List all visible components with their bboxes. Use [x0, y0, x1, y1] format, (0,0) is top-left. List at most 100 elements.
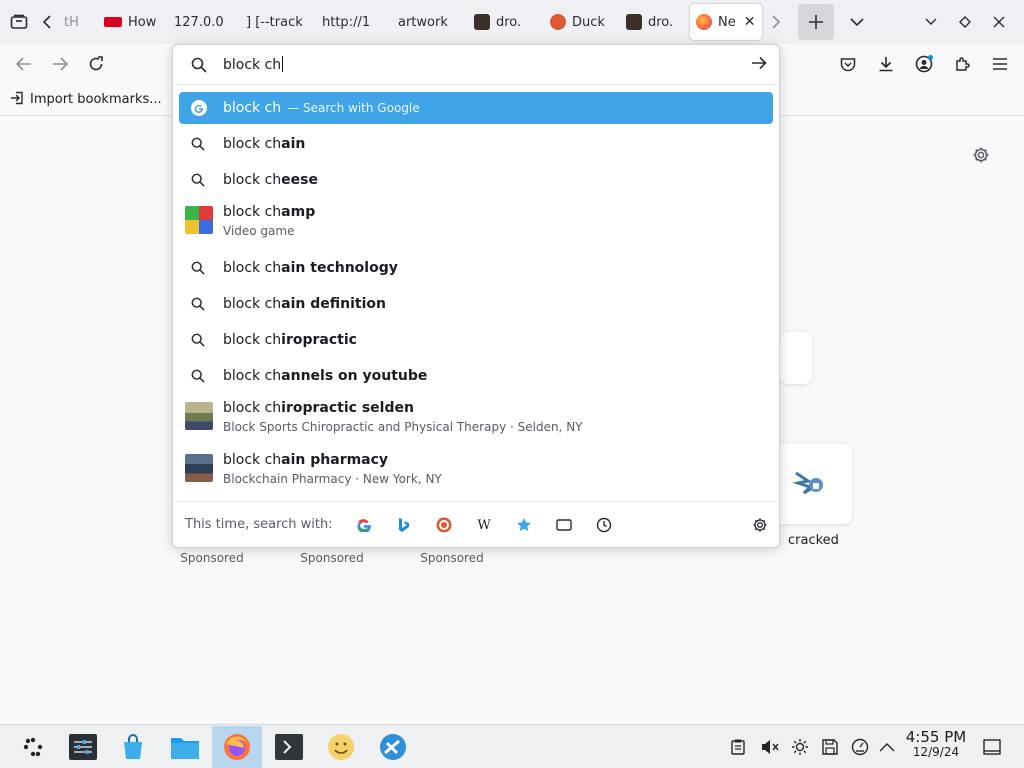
suggestion-completion: ain definition [281, 296, 386, 312]
brightness-icon[interactable] [790, 737, 810, 757]
tab[interactable]: dro. [468, 4, 544, 40]
system-settings-icon[interactable] [58, 726, 108, 768]
tab[interactable]: 127.0.0 [162, 4, 240, 40]
suggestion-hint: — Search with Google [287, 101, 420, 115]
tab-favicon [626, 14, 642, 30]
clipboard-icon[interactable] [728, 737, 748, 757]
app-icon[interactable] [368, 726, 418, 768]
emoji-app-icon[interactable] [316, 726, 366, 768]
tab[interactable]: dro. [620, 4, 690, 40]
duckduckgo-icon [550, 14, 566, 30]
tab[interactable]: http://1 [316, 4, 392, 40]
window-close-icon[interactable] [982, 5, 1016, 39]
window-maximize-icon[interactable] [948, 5, 982, 39]
volume-muted-icon[interactable] [760, 737, 780, 757]
suggestion-completion: iropractic [281, 332, 357, 348]
tab-title: How [128, 14, 157, 30]
scroll-tabs-left-icon[interactable] [36, 5, 58, 39]
forward-icon[interactable] [42, 48, 78, 80]
scroll-tabs-right-icon[interactable] [762, 5, 790, 39]
suggestion-row[interactable]: block channels on youtube [179, 360, 773, 392]
search-icon [191, 57, 207, 77]
suggestion-row[interactable]: block champ Video game [179, 200, 773, 244]
tab-favicon [474, 14, 490, 30]
search-icon [191, 333, 205, 351]
tab[interactable]: Duck [544, 4, 620, 40]
suggestion-row[interactable]: block chain definition [179, 288, 773, 320]
google-icon[interactable] [355, 516, 373, 534]
reload-icon[interactable] [78, 48, 114, 80]
bookmarks-star-icon[interactable] [515, 516, 533, 534]
menu-icon[interactable] [982, 48, 1018, 80]
clinic-thumbnail [185, 402, 213, 430]
suggestion-completion: iropractic selden [281, 400, 414, 416]
wikipedia-icon[interactable]: W [475, 516, 493, 534]
suggestion-row[interactable]: block chain technology [179, 252, 773, 284]
tabs-icon[interactable] [555, 516, 573, 534]
shortcut-tile-cracked[interactable] [772, 444, 852, 524]
url-input[interactable]: block ch [173, 45, 779, 85]
suggestion-text: block ch [223, 100, 282, 116]
tray-expand-icon[interactable] [877, 737, 897, 757]
discover-store-icon[interactable] [108, 726, 158, 768]
firefox-taskbar-icon[interactable] [212, 726, 262, 768]
duckduckgo-icon[interactable] [435, 516, 453, 534]
account-icon[interactable] [906, 48, 942, 80]
suggestion-text: block ch [223, 260, 282, 276]
suggestion-row[interactable]: block chiropractic [179, 324, 773, 356]
search-icon [191, 261, 205, 279]
suggestion-row[interactable]: block chain pharmacy Blockchain Pharmacy… [179, 448, 773, 492]
tab[interactable]: tH [58, 4, 98, 40]
suggestion-completion: ain technology [281, 260, 398, 276]
suggestion-row[interactable]: block chiropractic selden Block Sports C… [179, 396, 773, 440]
go-arrow-icon[interactable] [751, 56, 767, 74]
suggestion-row[interactable]: block chain [179, 128, 773, 160]
suggestion-completion: annels on youtube [281, 368, 428, 384]
terminal-icon[interactable] [264, 726, 314, 768]
pocket-icon[interactable] [830, 48, 866, 80]
suggestion-description: Blockchain Pharmacy · New York, NY [223, 472, 442, 486]
tab[interactable]: artwork [392, 4, 468, 40]
tab-favicon [104, 17, 122, 27]
suggestion-completion: ain pharmacy [281, 452, 389, 468]
search-icon [191, 297, 205, 315]
tab[interactable]: ] [--track [240, 4, 316, 40]
save-icon[interactable] [820, 737, 840, 757]
bing-icon[interactable] [395, 516, 413, 534]
show-desktop-icon[interactable] [982, 737, 1002, 757]
speedometer-icon[interactable] [850, 737, 870, 757]
suggestion-text: block ch [223, 204, 282, 220]
history-icon[interactable] [595, 516, 613, 534]
import-bookmarks-link[interactable]: Import bookmarks... [30, 92, 162, 107]
sponsored-label: Sponsored [180, 551, 244, 565]
file-manager-icon[interactable] [160, 726, 210, 768]
suggestion-text: block ch [223, 452, 282, 468]
suggestion-row[interactable]: block ch — Search with Google [179, 92, 773, 124]
tab[interactable]: How [98, 4, 162, 40]
tab-title: dro. [496, 14, 522, 30]
back-icon[interactable] [6, 48, 42, 80]
tab-active[interactable]: Ne ✕ [690, 4, 762, 40]
extensions-icon[interactable] [944, 48, 980, 80]
new-tab-button[interactable] [798, 4, 834, 40]
list-all-tabs-icon[interactable] [840, 5, 874, 39]
window-minimize-icon[interactable] [914, 5, 948, 39]
gear-icon[interactable] [972, 146, 992, 166]
tab-title: ] [--track [246, 14, 303, 30]
suggestion-text: block ch [223, 172, 282, 188]
taskbar: 4:55 PM 12/9/24 [0, 724, 1024, 768]
downloads-icon[interactable] [868, 48, 904, 80]
suggestion-row[interactable]: block cheese [179, 164, 773, 196]
search-settings-gear-icon[interactable] [751, 516, 769, 534]
sponsored-label: Sponsored [300, 551, 364, 565]
close-tab-icon[interactable]: ✕ [744, 14, 756, 30]
clock[interactable]: 4:55 PM 12/9/24 [900, 728, 972, 759]
google-icon [191, 100, 207, 120]
tab-overview-icon[interactable] [2, 5, 36, 39]
app-launcher-icon[interactable] [8, 726, 58, 768]
tile-label: cracked [788, 533, 839, 548]
shortcut-tile[interactable] [780, 332, 812, 384]
clock-time: 4:55 PM [905, 728, 967, 746]
tab-title: artwork [398, 14, 448, 30]
search-icon [191, 137, 205, 155]
